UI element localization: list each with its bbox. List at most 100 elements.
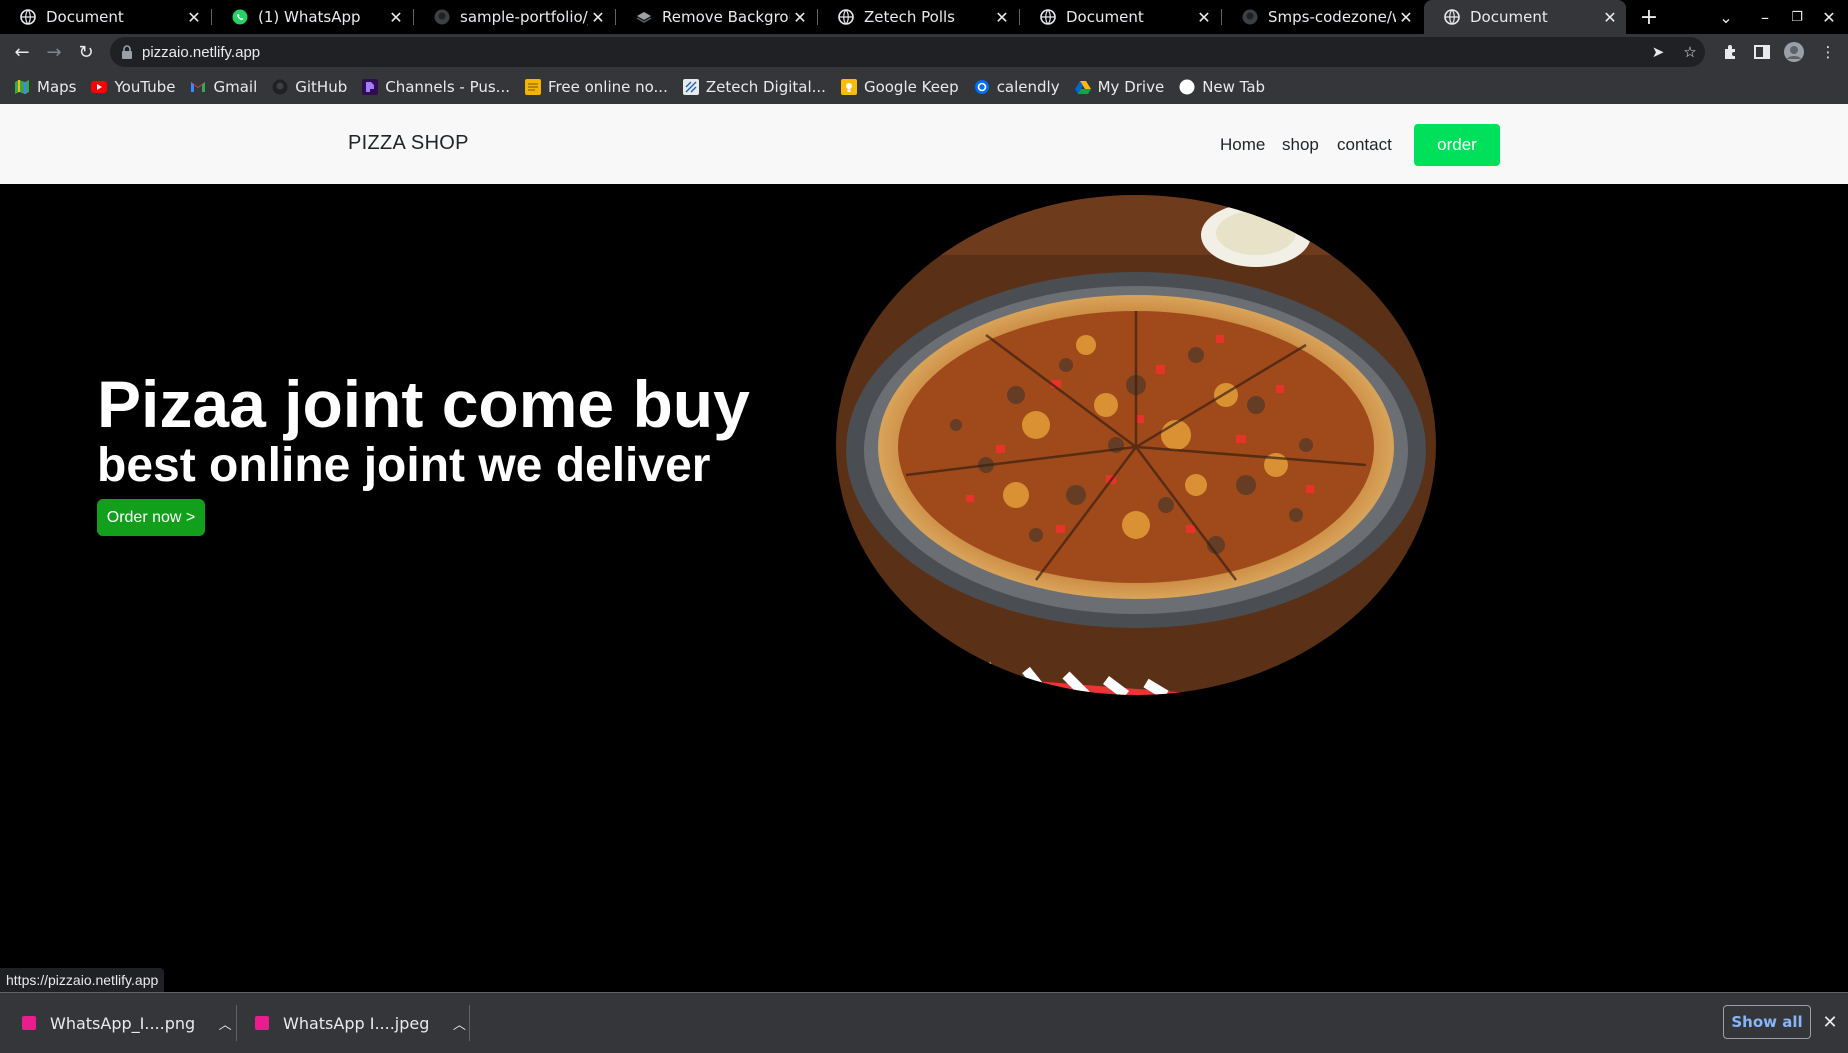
github-icon [434, 9, 450, 25]
download-item[interactable]: WhatsApp I....jpeg ︿ [255, 993, 469, 1053]
bookmark-label: Free online no... [548, 78, 668, 96]
image-file-icon [255, 1016, 269, 1030]
tab-sample-portfolio[interactable]: sample-portfolio/_b ✕ [414, 0, 614, 34]
download-divider [236, 1005, 237, 1041]
site-brand[interactable]: PIZZA SHOP [348, 132, 469, 155]
bookmark-youtube[interactable]: YouTube [91, 78, 175, 96]
removebg-icon [636, 9, 652, 25]
tab-title: Document [1470, 8, 1548, 26]
tab-document-2[interactable]: Document ✕ [1020, 0, 1220, 34]
new-tab-icon[interactable]: + [1634, 0, 1664, 34]
minimize-icon[interactable]: – [1750, 0, 1780, 34]
tab-zetech-polls[interactable]: Zetech Polls ✕ [818, 0, 1018, 34]
tab-title: sample-portfolio/_b [460, 8, 588, 26]
menu-icon[interactable]: ⋮ [1814, 37, 1842, 67]
tab-title: (1) WhatsApp [258, 8, 361, 26]
close-icon[interactable]: ✕ [1818, 1009, 1842, 1035]
chevron-up-icon[interactable]: ︿ [215, 1014, 235, 1033]
globe-icon [838, 9, 854, 25]
notes-icon [525, 79, 541, 95]
whatsapp-icon [232, 9, 248, 25]
tab-smps-codezone[interactable]: Smps-codezone/we ✕ [1222, 0, 1422, 34]
site-navbar: PIZZA SHOP Home shop contact order [0, 104, 1848, 184]
gmail-icon [190, 79, 206, 95]
bookmark-google-keep[interactable]: Google Keep [840, 78, 959, 96]
calendly-icon [974, 79, 990, 95]
send-icon[interactable]: ➤ [1644, 37, 1672, 67]
close-icon[interactable]: ✕ [992, 7, 1012, 27]
drive-icon [1074, 79, 1091, 95]
bookmark-label: New Tab [1202, 78, 1266, 96]
bookmark-label: Zetech Digital... [705, 78, 826, 96]
bookmark-gmail[interactable]: Gmail [190, 78, 257, 96]
bookmark-channels[interactable]: Channels - Pus... [362, 78, 510, 96]
profile-avatar[interactable] [1780, 37, 1808, 67]
extensions-icon[interactable] [1716, 37, 1744, 67]
browser-toolbar: ← → ↻ pizzaio.netlify.app ➤ ☆ ⋮ [0, 34, 1848, 70]
image-file-icon [22, 1016, 36, 1030]
downloads-bar: WhatsApp_I....png ︿ WhatsApp I....jpeg ︿… [0, 992, 1848, 1053]
back-icon[interactable]: ← [8, 38, 36, 66]
bookmark-zetech-digital[interactable]: Zetech Digital... [682, 78, 826, 96]
pizza-image [836, 195, 1436, 695]
close-icon[interactable]: ✕ [1396, 7, 1416, 27]
bookmark-label: YouTube [114, 78, 176, 96]
bookmark-calendly[interactable]: calendly [974, 78, 1060, 96]
restore-icon[interactable]: ❐ [1782, 0, 1812, 34]
tab-document-active[interactable]: Document ✕ [1424, 0, 1626, 34]
forward-icon[interactable]: → [40, 38, 68, 66]
download-divider [469, 1005, 470, 1041]
download-filename: WhatsApp I....jpeg [283, 1013, 430, 1033]
tab-title: Zetech Polls [864, 8, 955, 26]
nav-shop-link[interactable]: shop [1282, 135, 1319, 155]
bookmarks-bar: Maps YouTube Gmail GitHub Channels - Pus… [0, 70, 1848, 104]
bookmark-maps[interactable]: Maps [14, 78, 76, 96]
bookmark-label: Maps [37, 78, 77, 96]
channels-icon [362, 79, 379, 95]
youtube-icon [91, 79, 108, 95]
close-icon[interactable]: ✕ [790, 7, 810, 27]
address-bar[interactable]: pizzaio.netlify.app [110, 37, 1705, 67]
order-now-button[interactable]: Order now > [97, 499, 205, 536]
bookmark-new-tab[interactable]: New Tab [1179, 78, 1265, 96]
order-button[interactable]: order [1414, 124, 1500, 166]
close-icon[interactable]: ✕ [386, 7, 406, 27]
bookmark-label: calendly [996, 78, 1060, 96]
globe-icon [1040, 9, 1056, 25]
page-viewport: PIZZA SHOP Home shop contact order Pizaa… [0, 104, 1848, 992]
close-window-icon[interactable]: ✕ [1814, 0, 1844, 34]
bookmark-github[interactable]: GitHub [272, 78, 347, 96]
newtab-icon [1179, 79, 1195, 95]
tab-search-icon[interactable]: ⌄ [1711, 0, 1741, 34]
maps-icon [14, 79, 30, 95]
tab-whatsapp[interactable]: (1) WhatsApp ✕ [212, 0, 412, 34]
bookmark-label: Gmail [213, 78, 258, 96]
close-icon[interactable]: ✕ [1194, 7, 1214, 27]
keep-icon [840, 79, 857, 95]
tab-title: Remove Backgrounc [662, 8, 790, 26]
close-icon[interactable]: ✕ [184, 7, 204, 27]
star-icon[interactable]: ☆ [1676, 37, 1704, 67]
bookmark-my-drive[interactable]: My Drive [1074, 78, 1164, 96]
globe-icon [1444, 9, 1460, 25]
globe-icon [20, 9, 36, 25]
bookmark-free-online-notes[interactable]: Free online no... [525, 78, 668, 96]
chevron-up-icon[interactable]: ︿ [449, 1014, 469, 1033]
show-all-button[interactable]: Show all [1723, 1005, 1811, 1039]
close-icon[interactable]: ✕ [588, 7, 608, 27]
tab-title: Document [1066, 8, 1144, 26]
tab-title: Smps-codezone/we [1268, 8, 1396, 26]
side-panel-icon[interactable] [1748, 37, 1776, 67]
download-item[interactable]: WhatsApp_I....png ︿ [22, 993, 235, 1053]
github-icon [1242, 9, 1258, 25]
lock-icon[interactable] [120, 45, 134, 59]
tab-document-1[interactable]: Document ✕ [0, 0, 210, 34]
tab-strip: Document ✕ (1) WhatsApp ✕ sample-portfol… [0, 0, 1848, 34]
hero-heading: Pizaa joint come buy [97, 367, 750, 441]
nav-contact-link[interactable]: contact [1337, 135, 1392, 155]
close-icon[interactable]: ✕ [1600, 7, 1620, 27]
tab-remove-background[interactable]: Remove Backgrounc ✕ [616, 0, 816, 34]
nav-home-link[interactable]: Home [1220, 135, 1265, 155]
reload-icon[interactable]: ↻ [72, 38, 100, 66]
download-filename: WhatsApp_I....png [50, 1013, 196, 1033]
